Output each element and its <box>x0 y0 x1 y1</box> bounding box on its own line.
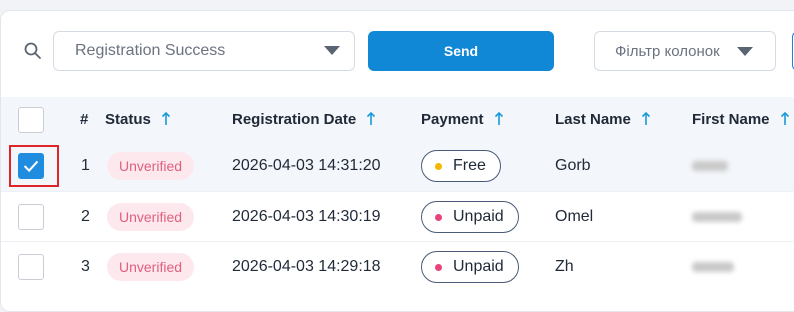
toolbar: Registration Success Send Фільтр колонок <box>1 11 794 95</box>
redacted-first-name <box>692 161 728 171</box>
redacted-first-name <box>692 212 742 222</box>
payment-status-dot <box>435 263 442 271</box>
table-row[interactable]: 2 Unverified 2026-04-03 14:30:19 Unpaid … <box>1 191 794 242</box>
status-filter-value: Registration Success <box>75 42 226 59</box>
send-button[interactable]: Send <box>368 31 554 71</box>
column-header-number: # <box>80 110 89 128</box>
row-checkbox[interactable] <box>18 204 44 230</box>
registration-date-cell: 2026-04-03 14:30:19 <box>232 208 381 225</box>
first-name-cell <box>692 192 742 242</box>
first-name-cell <box>692 242 734 292</box>
participants-card: Registration Success Send Фільтр колонок… <box>0 10 794 312</box>
sort-arrow-icon[interactable] <box>366 111 376 127</box>
table-header: # Status Registration Date Payment Last <box>1 97 794 141</box>
last-name-cell: Zh <box>555 258 574 275</box>
first-name-cell <box>692 141 728 191</box>
payment-status-dot <box>435 213 442 221</box>
registration-date-cell: 2026-04-03 14:31:20 <box>232 157 381 174</box>
row-number: 3 <box>81 258 90 275</box>
last-name-cell: Omel <box>555 208 594 225</box>
payment-badge: Unpaid <box>421 201 519 233</box>
search-icon[interactable] <box>23 41 43 61</box>
payment-badge: Unpaid <box>421 251 519 283</box>
status-cell: Unverified <box>107 192 195 242</box>
payment-label: Unpaid <box>453 258 504 275</box>
column-filter-label: Фільтр колонок <box>615 42 720 60</box>
row-number: 1 <box>81 157 90 174</box>
redacted-first-name <box>692 262 734 272</box>
table-row[interactable]: 1 Unverified 2026-04-03 14:31:20 Free Go… <box>1 141 794 191</box>
sort-arrow-icon[interactable] <box>641 111 651 127</box>
payment-cell: Unpaid <box>421 192 519 242</box>
row-number: 2 <box>81 208 90 225</box>
payment-cell: Unpaid <box>421 242 519 292</box>
row-checkbox[interactable] <box>18 254 44 280</box>
column-header-status[interactable]: Status <box>105 97 171 141</box>
chevron-down-icon <box>737 47 753 56</box>
checkmark-icon <box>23 160 39 173</box>
sort-arrow-icon[interactable] <box>780 111 790 127</box>
status-badge: Unverified <box>107 152 195 180</box>
column-header-first-name[interactable]: First Name <box>692 97 790 141</box>
status-badge: Unverified <box>107 203 195 231</box>
column-header-last-name[interactable]: Last Name <box>555 97 651 141</box>
sort-arrow-icon[interactable] <box>494 111 504 127</box>
registration-date-cell: 2026-04-03 14:29:18 <box>232 258 381 275</box>
last-name-cell: Gorb <box>555 157 591 174</box>
payment-label: Free <box>453 157 486 174</box>
payment-label: Unpaid <box>453 208 504 225</box>
status-filter-select[interactable]: Registration Success <box>53 31 355 71</box>
chevron-down-icon <box>324 46 340 55</box>
payment-badge: Free <box>421 150 501 182</box>
sort-arrow-icon[interactable] <box>161 111 171 127</box>
column-header-payment[interactable]: Payment <box>421 97 504 141</box>
row-checkbox[interactable] <box>18 153 44 179</box>
payment-status-dot <box>435 162 442 170</box>
column-filter-button[interactable]: Фільтр колонок <box>594 31 776 71</box>
column-header-registration-date[interactable]: Registration Date <box>232 97 376 141</box>
status-cell: Unverified <box>107 242 195 292</box>
payment-cell: Free <box>421 141 501 191</box>
table-row[interactable]: 3 Unverified 2026-04-03 14:29:18 Unpaid … <box>1 241 794 292</box>
status-cell: Unverified <box>107 141 195 191</box>
status-badge: Unverified <box>107 253 195 281</box>
select-all-checkbox[interactable] <box>18 107 44 133</box>
